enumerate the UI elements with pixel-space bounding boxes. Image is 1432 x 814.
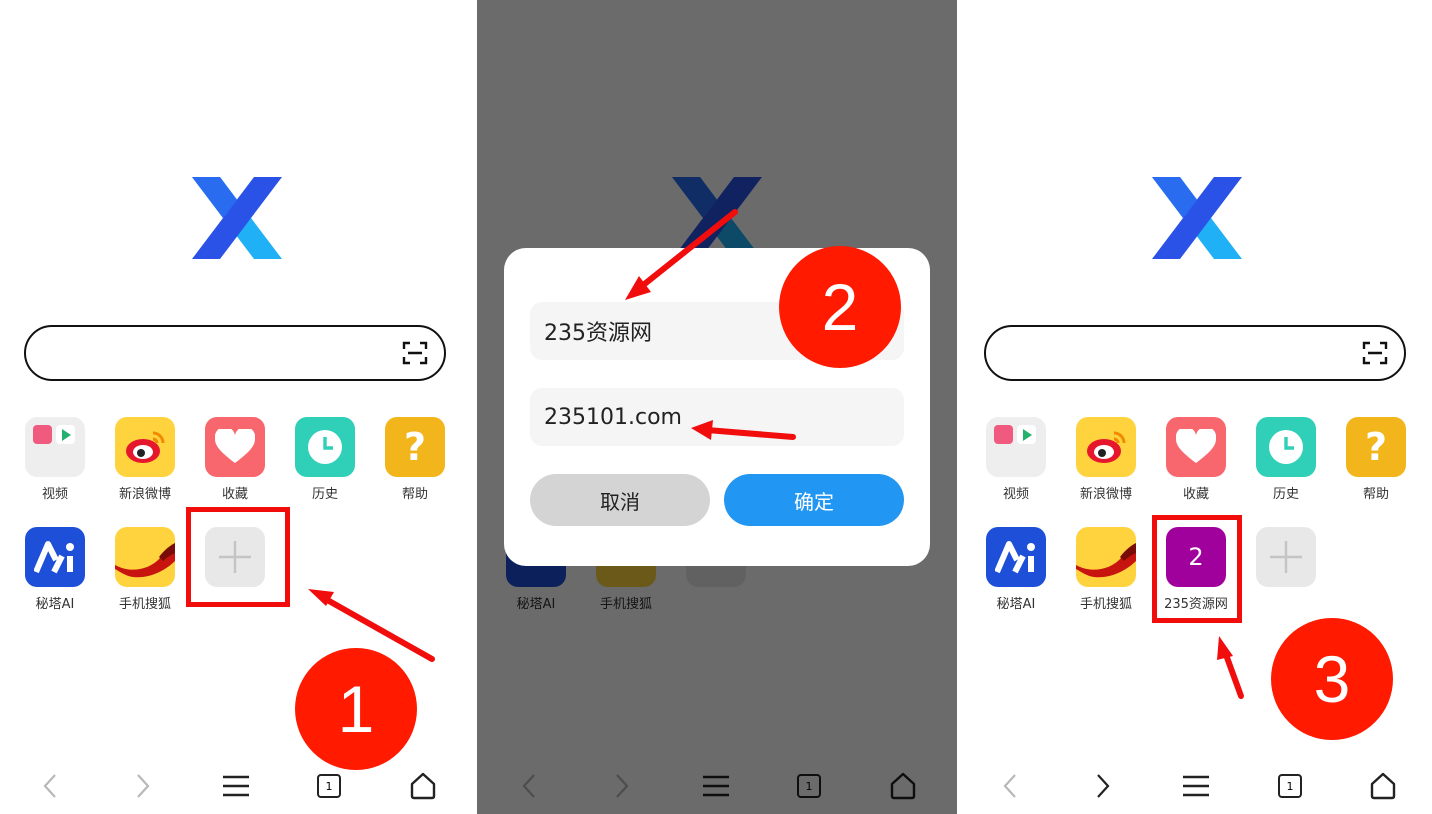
chevron-left-icon — [43, 774, 56, 798]
chevron-left-icon — [1003, 774, 1016, 798]
home-button[interactable] — [405, 768, 441, 804]
home-icon — [1370, 772, 1396, 800]
tabs-button[interactable]: 1 — [311, 768, 347, 804]
panel-step-1: 视频 新浪微博 收藏 历史 ? 帮助 秘塔AI 手机搜狐 1 1 — [0, 0, 477, 814]
step-3-badge: 3 — [1271, 618, 1393, 740]
bottom-toolbar: 1 — [957, 760, 1432, 810]
panel-step-3: 视频 新浪微博 收藏 历史 ? 帮助 秘塔AI 手机搜狐 2 235资源网 3 … — [957, 0, 1432, 814]
back-button[interactable] — [32, 768, 68, 804]
forward-button[interactable] — [1085, 768, 1121, 804]
menu-button[interactable] — [1178, 768, 1214, 804]
forward-button[interactable] — [125, 768, 161, 804]
menu-icon — [223, 775, 249, 797]
home-button[interactable] — [1365, 768, 1401, 804]
menu-button[interactable] — [218, 768, 254, 804]
step-2-arrows — [625, 209, 796, 440]
tabs-icon: 1 — [1278, 774, 1302, 798]
home-icon — [410, 772, 436, 800]
step-1-badge: 1 — [295, 648, 417, 770]
chevron-right-icon — [137, 774, 150, 798]
menu-icon — [1183, 775, 1209, 797]
panel-step-2: 秘塔AI 手机搜狐 1 235资源网 235101.com 取消 确定 — [477, 0, 957, 814]
tabs-icon: 1 — [317, 774, 341, 798]
chevron-right-icon — [1097, 774, 1110, 798]
tabs-button[interactable]: 1 — [1272, 768, 1308, 804]
back-button[interactable] — [992, 768, 1028, 804]
bottom-toolbar: 1 — [0, 760, 477, 810]
step-2-badge: 2 — [779, 246, 901, 368]
